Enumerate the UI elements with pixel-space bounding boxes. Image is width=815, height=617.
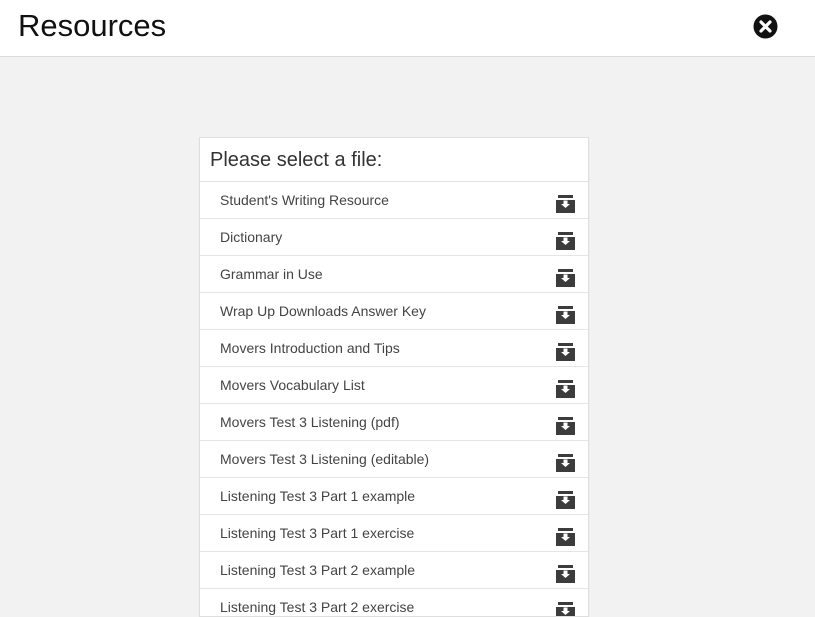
file-label: Listening Test 3 Part 2 exercise	[220, 599, 415, 615]
download-icon[interactable]	[556, 379, 575, 398]
page-title: Resources	[18, 8, 167, 43]
file-item[interactable]: Movers Vocabulary List	[200, 367, 588, 404]
header-bar: Resources	[0, 0, 815, 57]
close-icon[interactable]	[753, 14, 778, 39]
file-selection-panel: Please select a file: Student's Writing …	[199, 137, 589, 617]
file-label: Dictionary	[220, 229, 283, 245]
file-item[interactable]: Listening Test 3 Part 1 example	[200, 478, 588, 515]
download-icon[interactable]	[556, 490, 575, 509]
download-icon[interactable]	[556, 231, 575, 250]
file-item[interactable]: Student's Writing Resource	[200, 182, 588, 219]
file-list: Student's Writing Resource Dictionary Gr…	[200, 182, 588, 617]
file-label: Listening Test 3 Part 1 exercise	[220, 525, 415, 541]
download-icon[interactable]	[556, 564, 575, 583]
file-label: Listening Test 3 Part 2 example	[220, 562, 416, 578]
file-label: Grammar in Use	[220, 266, 323, 282]
download-icon[interactable]	[556, 527, 575, 546]
download-icon[interactable]	[556, 453, 575, 472]
file-item[interactable]: Wrap Up Downloads Answer Key	[200, 293, 588, 330]
file-label: Listening Test 3 Part 1 example	[220, 488, 416, 504]
download-icon[interactable]	[556, 601, 575, 617]
download-icon[interactable]	[556, 305, 575, 324]
file-label: Movers Vocabulary List	[220, 377, 365, 393]
file-label: Movers Introduction and Tips	[220, 340, 400, 356]
file-item[interactable]: Movers Test 3 Listening (editable)	[200, 441, 588, 478]
file-item[interactable]: Listening Test 3 Part 1 exercise	[200, 515, 588, 552]
download-icon[interactable]	[556, 342, 575, 361]
file-label: Wrap Up Downloads Answer Key	[220, 303, 426, 319]
file-item[interactable]: Dictionary	[200, 219, 588, 256]
download-icon[interactable]	[556, 416, 575, 435]
file-item[interactable]: Listening Test 3 Part 2 exercise	[200, 589, 588, 617]
file-label: Movers Test 3 Listening (editable)	[220, 451, 430, 467]
download-icon[interactable]	[556, 194, 575, 213]
file-item[interactable]: Movers Test 3 Listening (pdf)	[200, 404, 588, 441]
panel-title: Please select a file:	[200, 138, 588, 182]
file-label: Movers Test 3 Listening (pdf)	[220, 414, 400, 430]
file-item[interactable]: Movers Introduction and Tips	[200, 330, 588, 367]
file-item[interactable]: Listening Test 3 Part 2 example	[200, 552, 588, 589]
file-label: Student's Writing Resource	[220, 192, 389, 208]
download-icon[interactable]	[556, 268, 575, 287]
file-item[interactable]: Grammar in Use	[200, 256, 588, 293]
